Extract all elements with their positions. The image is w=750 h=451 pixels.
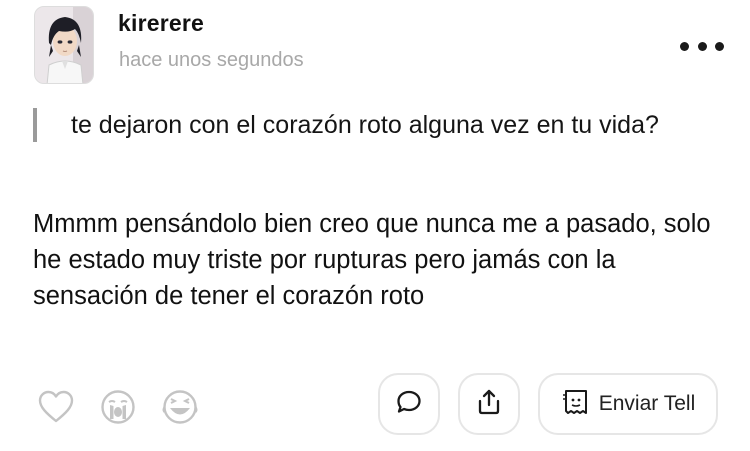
laughing-face-icon[interactable] <box>160 387 200 427</box>
more-dot <box>715 41 724 51</box>
quoted-question: te dejaron con el corazón roto alguna ve… <box>33 108 723 142</box>
avatar[interactable] <box>34 6 94 84</box>
heart-icon[interactable] <box>36 387 76 427</box>
send-tell-button[interactable]: Enviar Tell <box>538 373 718 435</box>
more-dot <box>680 41 689 51</box>
more-options-icon[interactable] <box>680 36 724 56</box>
tell-icon <box>561 387 591 422</box>
username[interactable]: kirerere <box>118 10 204 37</box>
more-dot <box>697 41 707 51</box>
answer-text: Mmmm pensándolo bien creo que nunca me a… <box>33 210 711 310</box>
question-text: te dejaron con el corazón roto alguna ve… <box>71 111 659 139</box>
share-icon <box>476 388 502 421</box>
comment-button[interactable] <box>378 373 440 435</box>
reaction-bar <box>36 383 222 431</box>
answer-block: Mmmm pensándolo bien creo que nunca me a… <box>33 206 723 314</box>
post-header: kirerere hace unos segundos <box>34 6 724 86</box>
comment-bubble-icon <box>395 388 423 421</box>
action-bar: Enviar Tell <box>378 373 718 435</box>
send-tell-label: Enviar Tell <box>598 392 696 415</box>
crying-face-icon[interactable] <box>98 387 138 427</box>
timestamp: hace unos segundos <box>119 49 304 71</box>
share-button[interactable] <box>458 373 520 435</box>
